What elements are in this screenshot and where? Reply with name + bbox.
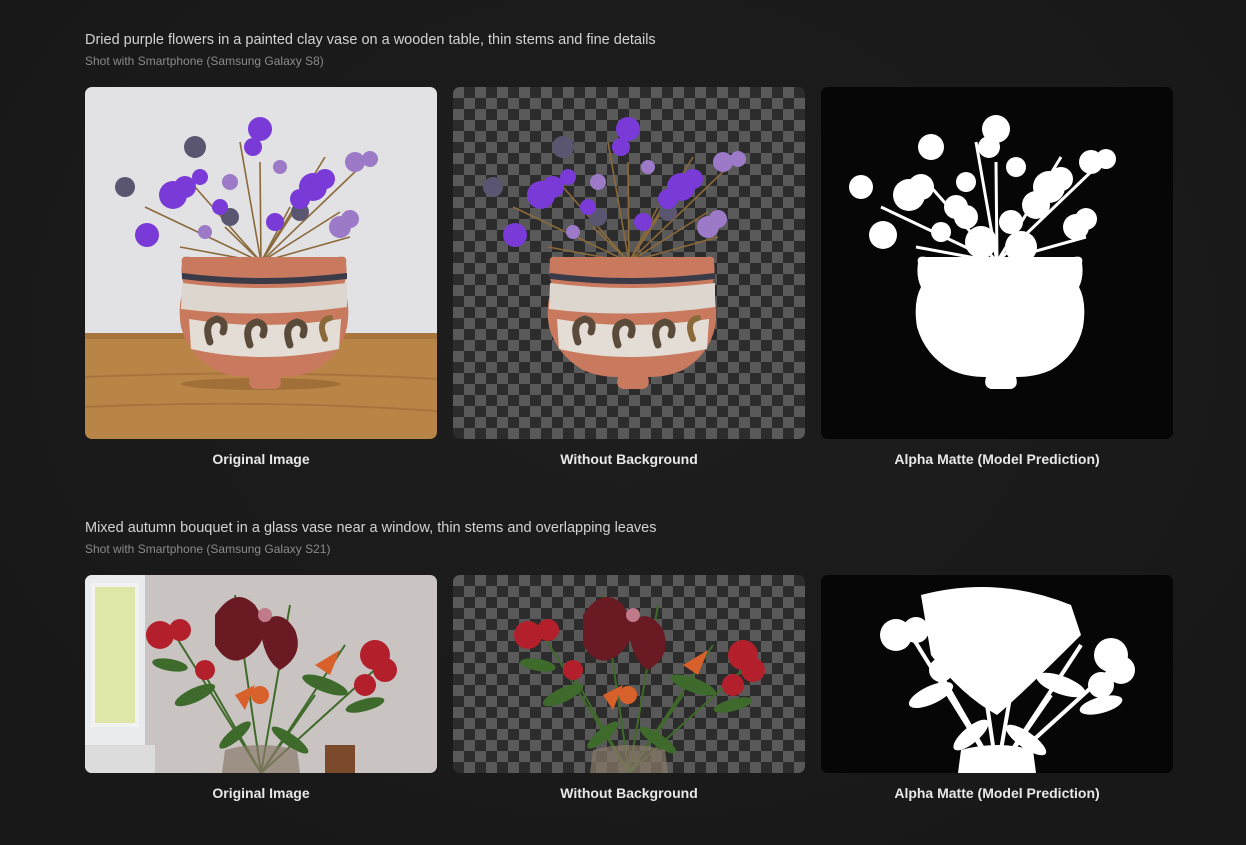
caption-alpha-matte: Alpha Matte (Model Prediction) (894, 785, 1100, 801)
example-section-2: Mixed autumn bouquet in a glass vase nea… (85, 518, 1173, 801)
original-image (85, 87, 437, 439)
without-background-image (453, 575, 805, 773)
comparison-page: Dried purple flowers in a painted clay v… (0, 0, 1246, 845)
alpha-matte-card: Alpha Matte (Model Prediction) (821, 575, 1173, 802)
caption-without-background: Without Background (560, 451, 698, 467)
image-row: Original Image Without Background Alpha … (85, 87, 1173, 468)
alpha-matte-card: Alpha Matte (Model Prediction) (821, 87, 1173, 468)
image-row: Original Image Without Background Alpha … (85, 575, 1173, 802)
alpha-matte-image (821, 87, 1173, 439)
original-image (85, 575, 437, 773)
section-title: Mixed autumn bouquet in a glass vase nea… (85, 520, 657, 536)
section-subtitle: Shot with Smartphone (Samsung Galaxy S8) (85, 54, 324, 68)
caption-without-background: Without Background (560, 785, 698, 801)
section-title: Dried purple flowers in a painted clay v… (85, 32, 656, 48)
caption-alpha-matte: Alpha Matte (Model Prediction) (894, 451, 1100, 467)
original-image-card: Original Image (85, 87, 437, 468)
without-background-card: Without Background (453, 575, 805, 802)
without-background-card: Without Background (453, 87, 805, 468)
caption-original: Original Image (212, 785, 310, 801)
section-subtitle: Shot with Smartphone (Samsung Galaxy S21… (85, 542, 331, 556)
example-section-1: Dried purple flowers in a painted clay v… (85, 30, 1173, 467)
caption-original: Original Image (212, 451, 310, 467)
alpha-matte-image (821, 575, 1173, 773)
without-background-image (453, 87, 805, 439)
original-image-card: Original Image (85, 575, 437, 802)
